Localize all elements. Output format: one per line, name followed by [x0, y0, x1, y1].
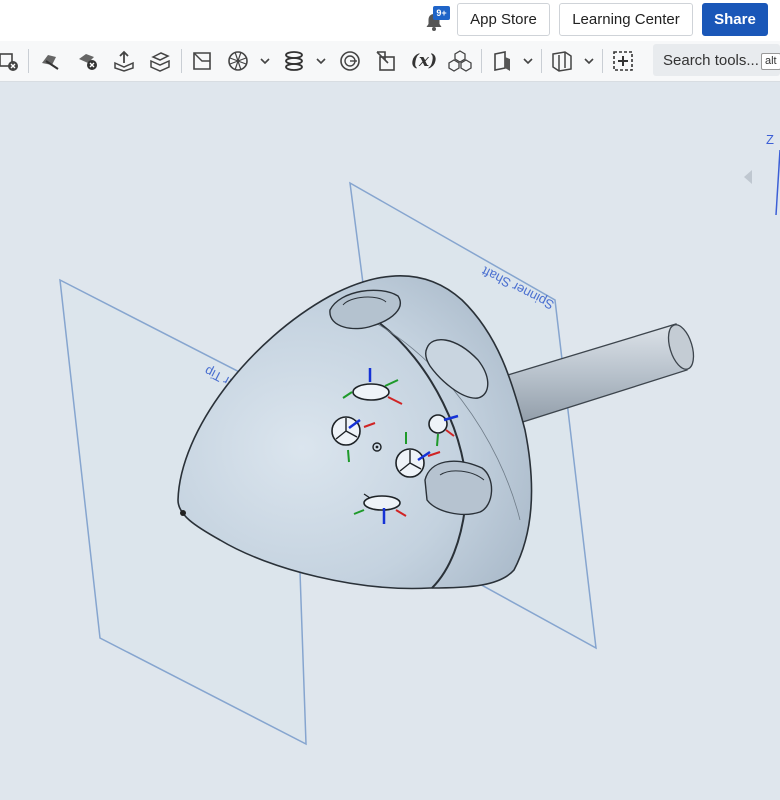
- mate-connector-tool[interactable]: [338, 49, 362, 73]
- toolbar-separator: [481, 49, 482, 73]
- move-face-tool[interactable]: [112, 49, 136, 73]
- axis-z-line: [775, 149, 780, 216]
- learning-center-button[interactable]: Learning Center: [559, 3, 693, 36]
- add-box-icon: [613, 51, 633, 71]
- search-tools-input[interactable]: Search tools... alt: [653, 44, 780, 76]
- share-button[interactable]: Share: [702, 3, 768, 36]
- toolbar-separator: [541, 49, 542, 73]
- chevron-down-icon[interactable]: [315, 55, 327, 67]
- plane-tool[interactable]: [190, 49, 214, 73]
- split-tool[interactable]: [38, 49, 62, 73]
- sheet-metal-icon: [494, 51, 510, 71]
- delete-part-icon: [0, 53, 18, 71]
- toolbar-separator: [181, 49, 182, 73]
- view-cube-arrow[interactable]: [744, 170, 752, 184]
- feature-toolbar: (x) Search tools... alt: [0, 41, 780, 82]
- search-tools-placeholder: Search tools...: [663, 52, 759, 69]
- surface-tool[interactable]: [226, 49, 250, 73]
- chevron-down-icon[interactable]: [259, 55, 271, 67]
- delete-face-tool[interactable]: [76, 49, 100, 73]
- add-custom-feature-tool[interactable]: [611, 49, 635, 73]
- replace-face-tool[interactable]: [148, 49, 172, 73]
- delete-face-icon: [79, 54, 97, 70]
- plane-icon: [193, 52, 211, 70]
- chevron-down-icon[interactable]: [522, 55, 534, 67]
- frame-icon: [552, 51, 572, 72]
- variable-tool[interactable]: (x): [410, 49, 438, 73]
- cubes-icon: [448, 50, 472, 72]
- toolbar-separator: [28, 49, 29, 73]
- derived-tool[interactable]: [374, 49, 398, 73]
- app-store-button[interactable]: App Store: [457, 3, 550, 36]
- derived-icon: [376, 51, 395, 71]
- axis-z-label: Z: [766, 132, 774, 147]
- delete-part-tool[interactable]: [0, 49, 20, 73]
- boolean-cubes-tool[interactable]: [448, 49, 472, 73]
- notification-count-badge: 9+: [433, 6, 450, 20]
- toolbar-separator: [602, 49, 603, 73]
- shortcut-key-hint: alt: [761, 53, 780, 70]
- notifications-button[interactable]: 9+: [424, 6, 450, 34]
- chevron-down-icon[interactable]: [583, 55, 595, 67]
- top-header: 9+ App Store Learning Center Share: [0, 0, 780, 41]
- split-icon: [42, 55, 59, 70]
- helix-icon: [285, 51, 303, 71]
- graphics-viewport[interactable]: Spinner Tip Spinner Shaft: [0, 82, 780, 800]
- sheet-metal-tool[interactable]: [490, 49, 514, 73]
- helix-tool[interactable]: [282, 49, 306, 73]
- move-face-icon: [114, 50, 134, 72]
- replace-face-icon: [150, 52, 170, 72]
- surface-icon: [228, 51, 248, 71]
- mate-connector-icon: [340, 51, 360, 71]
- frame-tool[interactable]: [550, 49, 574, 73]
